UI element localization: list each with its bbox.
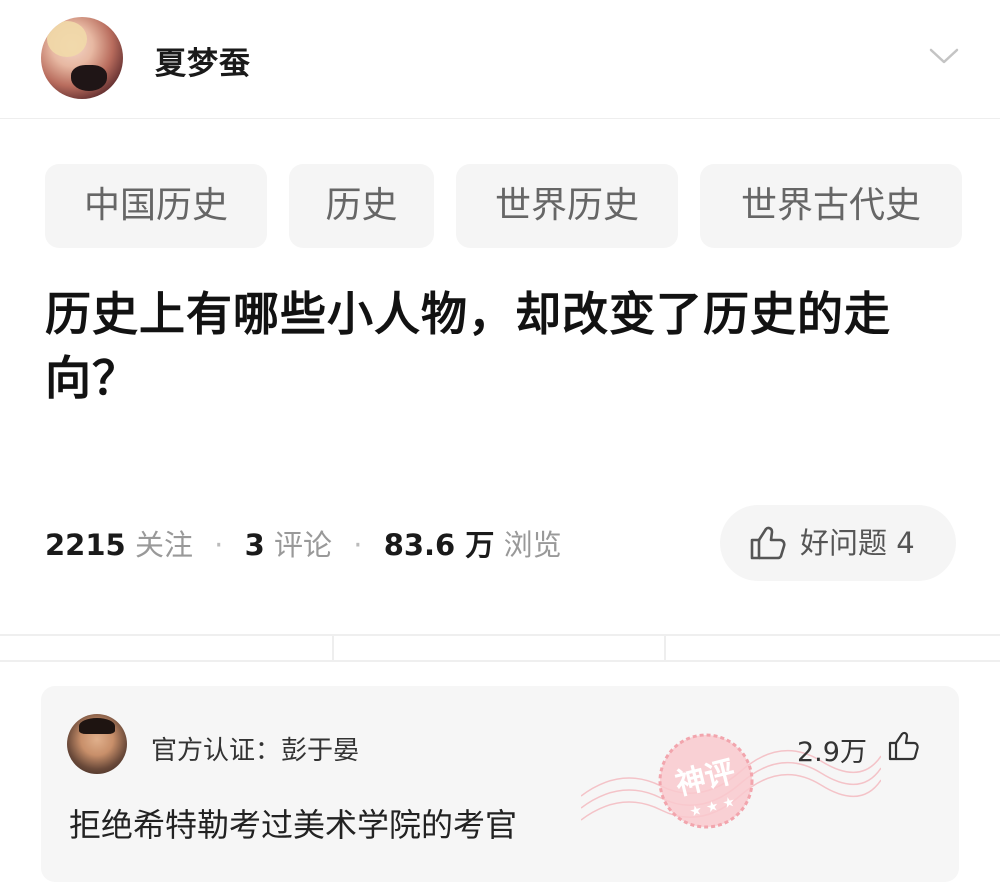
stat-separator: · [353, 528, 363, 562]
chevron-down-icon[interactable] [928, 44, 960, 68]
tag-world-ancient-history[interactable]: 世界古代史 [700, 164, 962, 248]
comment-likes-count: 2.9万 [797, 737, 867, 768]
comment-author[interactable]: 官方认证：彭于晏 [151, 730, 359, 767]
comments-count: 3 [244, 528, 265, 562]
avatar-hair [47, 21, 87, 57]
comment-author-avatar[interactable] [67, 714, 127, 774]
action-tab-bar [0, 636, 1000, 660]
comments-label: 评论 [274, 528, 333, 562]
tab-divider [332, 636, 334, 660]
views-count: 83.6 万 [383, 528, 495, 562]
like-icon[interactable] [887, 730, 919, 762]
username[interactable]: 夏梦蚕 [155, 38, 251, 83]
tab-divider [664, 636, 666, 660]
comment-text[interactable]: 拒绝希特勒考过美术学院的考官 [69, 800, 517, 846]
featured-comment-card[interactable]: 官方认证：彭于晏 2.9万 神评 ★ ★ ★ 拒绝希特勒考过美术学院的考官 [41, 686, 959, 882]
tag-history[interactable]: 历史 [289, 164, 434, 248]
stat-separator: · [214, 528, 224, 562]
question-stats: 2215 关注 · 3 评论 · 83.6 万 浏览 [45, 522, 562, 566]
followers-label: 关注 [134, 528, 193, 562]
divider [0, 660, 1000, 662]
question-title[interactable]: 历史上有哪些小人物，却改变了历史的走向？ [45, 282, 955, 410]
topic-tags: 中国历史 历史 世界历史 世界古代史 [45, 164, 985, 248]
good-question-label: 好问题 4 [800, 526, 915, 560]
good-question-button[interactable]: 好问题 4 [720, 505, 956, 581]
views-label: 浏览 [503, 528, 562, 562]
followers-count: 2215 [45, 528, 126, 562]
thumbs-up-icon [750, 526, 786, 560]
question-header: 夏梦蚕 [0, 0, 1000, 118]
tag-chinese-history[interactable]: 中国历史 [45, 164, 267, 248]
hot-comment-stamp-icon: 神评 ★ ★ ★ [658, 733, 754, 829]
avatar-figure [71, 65, 107, 91]
divider [0, 118, 1000, 119]
tag-world-history[interactable]: 世界历史 [456, 164, 678, 248]
user-avatar[interactable] [41, 17, 123, 99]
